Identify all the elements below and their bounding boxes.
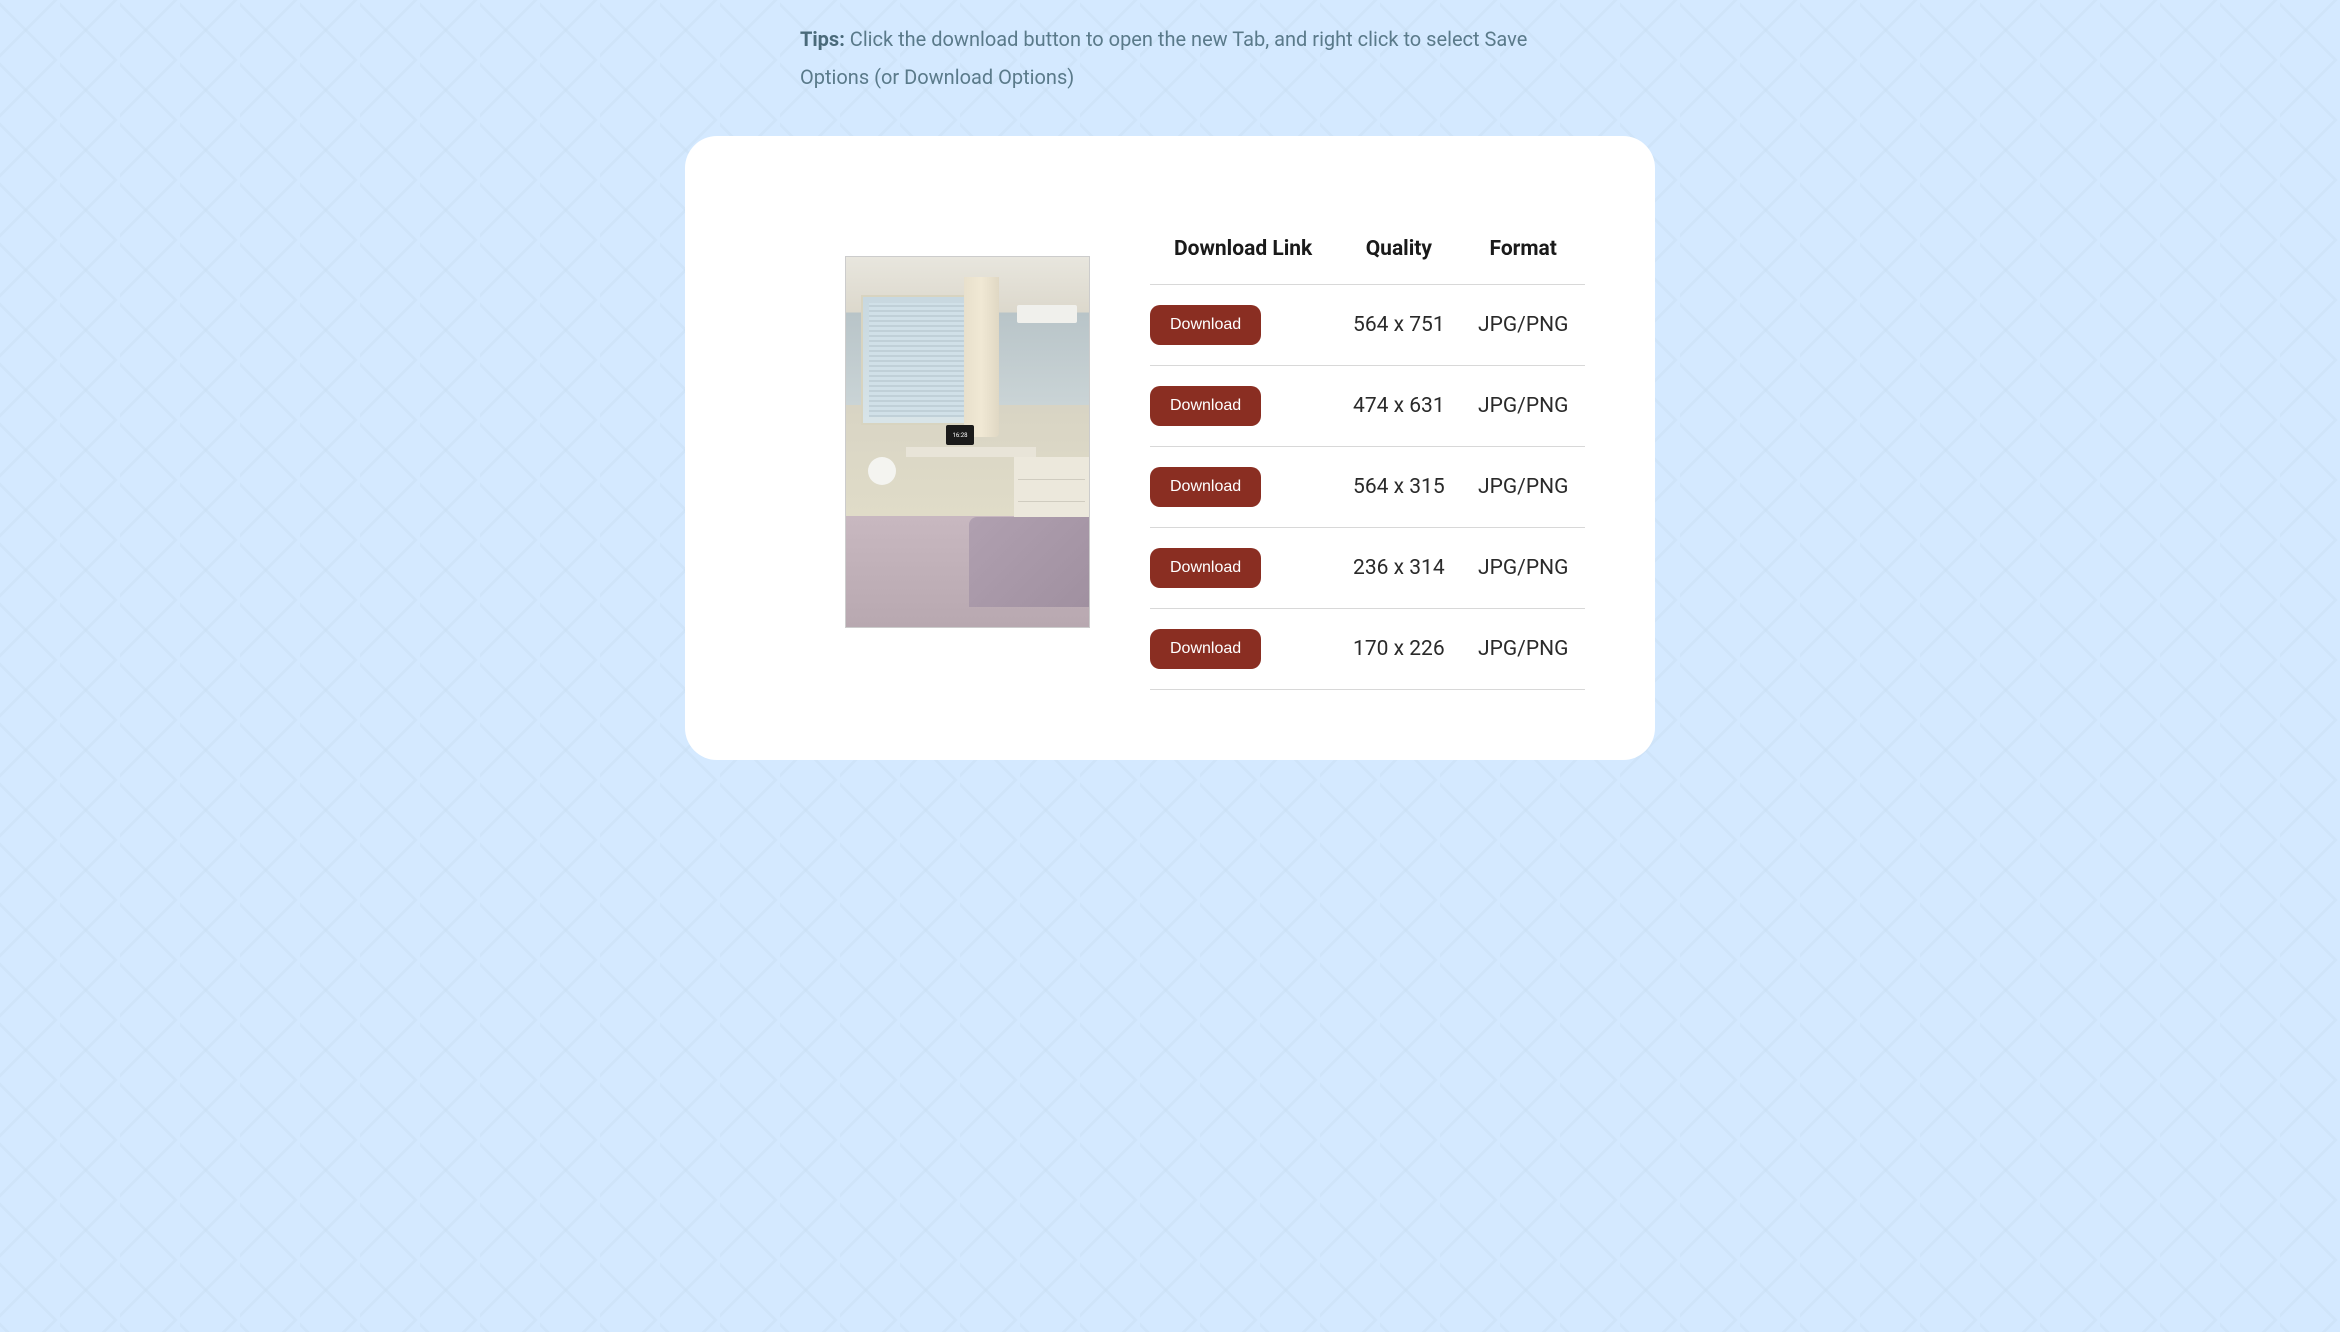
tips-label: Tips: (800, 27, 845, 51)
download-button[interactable]: Download (1150, 386, 1261, 426)
header-quality: Quality (1336, 216, 1461, 284)
header-format: Format (1461, 216, 1585, 284)
format-cell: JPG/PNG (1461, 527, 1585, 608)
preview-wrap: 16:28 (755, 216, 1090, 628)
download-table-wrap: Download Link Quality Format Download 564… (1150, 216, 1585, 690)
quality-cell: 564 x 751 (1336, 284, 1461, 365)
header-download-link: Download Link (1150, 216, 1336, 284)
table-row: Download 236 x 314JPG/PNG (1150, 527, 1585, 608)
table-row: Download 170 x 226JPG/PNG (1150, 608, 1585, 689)
tips-text: Tips: Click the download button to open … (790, 20, 1550, 96)
quality-cell: 564 x 315 (1336, 446, 1461, 527)
download-button[interactable]: Download (1150, 305, 1261, 345)
quality-cell: 236 x 314 (1336, 527, 1461, 608)
download-table: Download Link Quality Format Download 564… (1150, 216, 1585, 690)
format-cell: JPG/PNG (1461, 608, 1585, 689)
tips-body: Click the download button to open the ne… (800, 27, 1527, 89)
table-row: Download 564 x 315JPG/PNG (1150, 446, 1585, 527)
format-cell: JPG/PNG (1461, 446, 1585, 527)
clock-display: 16:28 (946, 425, 974, 445)
download-button[interactable]: Download (1150, 467, 1261, 507)
download-button[interactable]: Download (1150, 548, 1261, 588)
table-row: Download 474 x 631JPG/PNG (1150, 365, 1585, 446)
format-cell: JPG/PNG (1461, 284, 1585, 365)
preview-image: 16:28 (845, 256, 1090, 628)
quality-cell: 474 x 631 (1336, 365, 1461, 446)
quality-cell: 170 x 226 (1336, 608, 1461, 689)
table-row: Download 564 x 751JPG/PNG (1150, 284, 1585, 365)
download-card: 16:28 Download Link Quality Format Downl… (685, 136, 1655, 760)
download-button[interactable]: Download (1150, 629, 1261, 669)
format-cell: JPG/PNG (1461, 365, 1585, 446)
